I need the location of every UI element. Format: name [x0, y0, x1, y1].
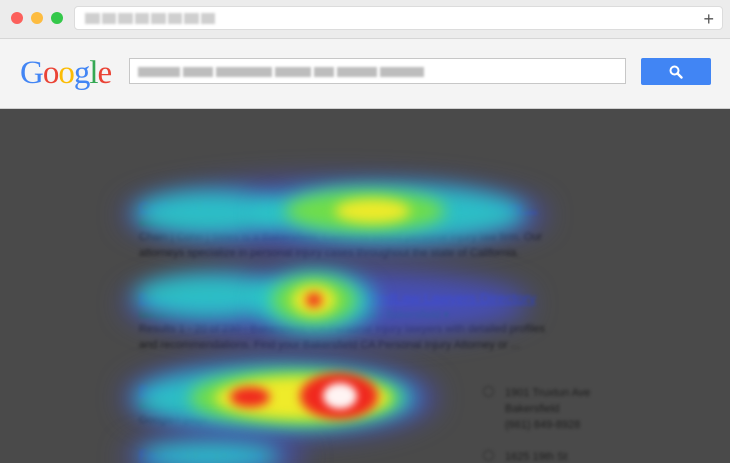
result-title[interactable]: Fauntel Law Offices [139, 447, 262, 463]
result-snippet[interactable]: Google+ page [139, 412, 361, 428]
result-snippet: Results 1 - 20 of 230 - Bakersfield, CA … [139, 323, 545, 335]
result-snippet: attorneys specialize in personal injury … [139, 247, 520, 259]
map-pin-icon [483, 450, 494, 461]
maximize-window-button[interactable] [51, 12, 63, 24]
address-bar[interactable]: + [74, 6, 723, 30]
minimize-window-button[interactable] [31, 12, 43, 24]
phone-number: (661) 849-8928 [505, 419, 581, 431]
result-2: Bakersfield Personal Injury Lawyer - Fin… [139, 290, 545, 353]
result-url: www.chainlawfirm.com [139, 217, 251, 229]
browser-titlebar: + [0, 0, 730, 39]
address-line: 1625 19th St [505, 451, 568, 463]
result-4: Fauntel Law Offices [139, 447, 262, 463]
logo-letter: e [97, 55, 113, 91]
result-3: Bakersfield Personal Injury Attorney www… [139, 382, 361, 428]
logo-letter: G [20, 55, 44, 91]
address-line: 1901 Truxtun Ave [505, 387, 591, 399]
logo-letter: o [42, 55, 59, 91]
result-1: California Personal Injury Lawyers Baker… [139, 199, 542, 261]
close-window-button[interactable] [11, 12, 23, 24]
search-icon [669, 65, 683, 79]
google-logo[interactable]: Google [20, 53, 113, 93]
result-title[interactable]: California Personal Injury Lawyers Baker… [139, 199, 542, 215]
result-title[interactable]: Bakersfield Personal Injury Attorney [139, 382, 361, 398]
result-url: www.youngwooldridge.com [139, 400, 273, 412]
blurred-url [85, 13, 215, 24]
result-url: lawyers.findlaw.com › Personal Injury › … [139, 309, 449, 321]
search-input[interactable] [129, 58, 626, 84]
logo-letter: o [58, 55, 74, 91]
result-4-address: 1625 19th St [483, 449, 568, 463]
address-line: Bakersfield [505, 403, 560, 415]
logo-letter: l [89, 55, 98, 91]
result-title[interactable]: Bakersfield Personal Injury Lawyer - Fin… [139, 290, 545, 306]
plus-icon[interactable]: + [703, 8, 714, 30]
map-pin-icon [483, 386, 494, 397]
result-snippet: Chain | Cohn | Stiles is a Bakersfield, … [139, 231, 543, 243]
search-results: California Personal Injury Lawyers Baker… [0, 109, 730, 463]
google-search-header: Google [0, 39, 730, 109]
result-snippet: and recommendations. Find your Bakersfie… [139, 339, 520, 351]
search-button[interactable] [641, 58, 711, 85]
logo-letter: g [73, 55, 90, 91]
blurred-query [138, 67, 424, 77]
result-3-address: 1901 Truxtun Ave Bakersfield (661) 849-8… [483, 385, 591, 433]
